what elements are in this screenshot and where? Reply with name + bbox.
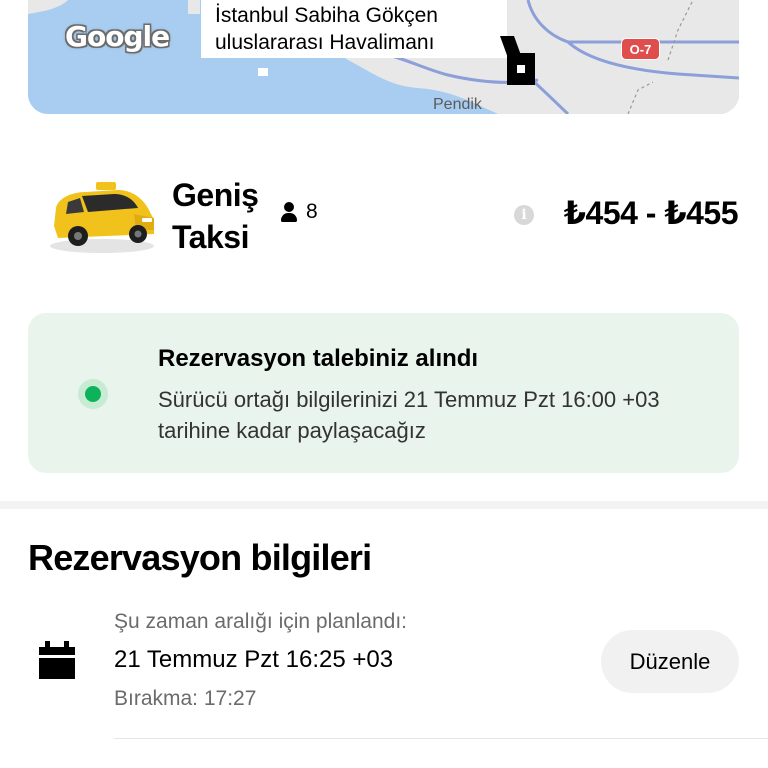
airport-label-line2: uluslararası Havalimanı	[215, 31, 435, 54]
section-divider	[0, 501, 768, 509]
info-icon[interactable]: i	[514, 205, 534, 225]
place-label: Pendik	[433, 96, 482, 113]
airport-label-line1: İstanbul Sabiha Gökçen	[215, 4, 438, 27]
taxi-car-icon	[50, 182, 154, 253]
calendar-icon	[39, 641, 75, 679]
dropoff-time: Bırakma: 17:27	[114, 687, 257, 710]
confirmation-body: Sürücü ortağı bilgilerinizi 21 Temmuz Pz…	[158, 387, 660, 443]
scheduled-label: Şu zaman aralığı için planlandı:	[114, 610, 408, 633]
map-view[interactable]: Google İstanbul Sabiha Gökçen uluslarara…	[28, 0, 739, 114]
ride-name-line1: Geniş	[172, 177, 259, 213]
reservation-confirmation-card: Rezervasyon talebiniz alındı Sürücü orta…	[28, 313, 739, 473]
price-range: ₺454 - ₺455	[563, 195, 739, 231]
edit-button[interactable]: Düzenle	[601, 630, 739, 693]
row-divider	[114, 738, 768, 739]
road-badge: O-7	[621, 38, 660, 60]
confirmation-title: Rezervasyon talebiniz alındı	[158, 345, 479, 372]
ride-name-line2: Taksi	[172, 219, 249, 255]
dropoff-pin-icon	[507, 53, 535, 85]
capacity-value: 8	[306, 200, 318, 223]
google-logo: Google	[65, 20, 170, 53]
scheduled-time: 21 Temmuz Pzt 16:25 +03	[114, 646, 394, 673]
person-icon	[280, 202, 298, 222]
section-title: Rezervasyon bilgileri	[28, 537, 372, 578]
status-dot-icon	[78, 379, 108, 409]
ride-name: Geniş Taksi	[172, 174, 259, 258]
capacity: 8	[280, 200, 318, 224]
ride-option: Geniş Taksi 8 i ₺454 - ₺455	[0, 160, 768, 270]
airport-label: İstanbul Sabiha Gökçen uluslararası Hava…	[201, 0, 507, 58]
